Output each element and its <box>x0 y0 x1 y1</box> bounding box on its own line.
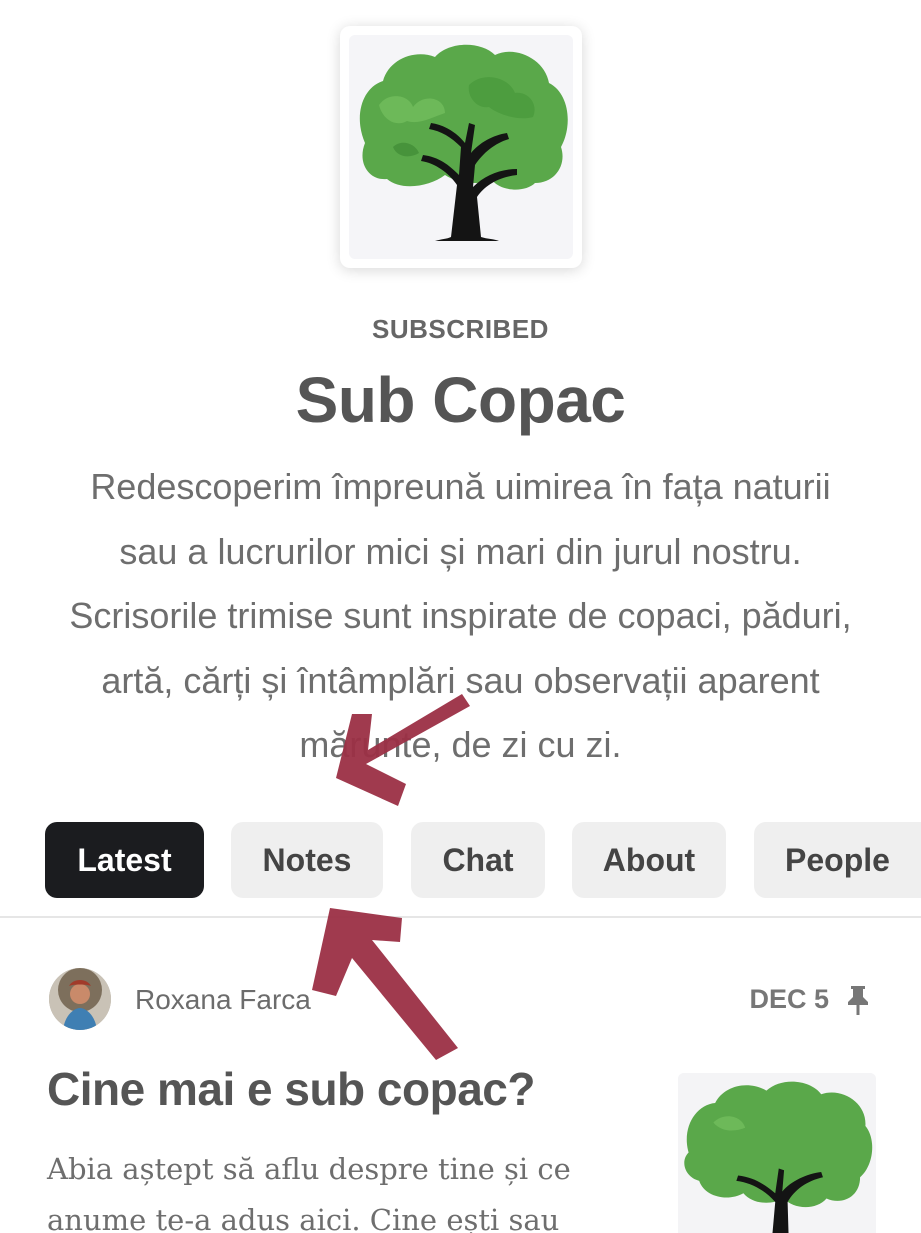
publication-tabs: Latest Notes Chat About People <box>0 822 921 898</box>
author-photo <box>49 968 111 1030</box>
publication-title: Sub Copac <box>295 364 626 436</box>
tree-logo-icon <box>349 35 573 259</box>
tab-about[interactable]: About <box>572 822 726 898</box>
tab-chat[interactable]: Chat <box>411 822 545 898</box>
divider <box>0 916 921 918</box>
tab-latest[interactable]: Latest <box>45 822 204 898</box>
tab-notes[interactable]: Notes <box>231 822 383 898</box>
avatar[interactable] <box>49 968 111 1030</box>
publication-logo <box>340 26 582 268</box>
subscription-status: SUBSCRIBED <box>372 314 549 344</box>
pin-icon <box>848 986 868 1015</box>
post-date: DEC 5 <box>749 984 829 1014</box>
post-author[interactable]: Roxana Farca <box>135 984 311 1016</box>
post-thumbnail[interactable] <box>678 1073 876 1233</box>
publication-description: Redescoperim împreună uimirea în fața na… <box>69 466 852 765</box>
tab-people[interactable]: People <box>754 822 921 898</box>
post-title[interactable]: Cine mai e sub copac? <box>47 1062 647 1116</box>
post-excerpt: Abia aștept să aflu despre tine și ce an… <box>47 1152 571 1233</box>
tree-thumbnail-icon <box>678 1073 876 1233</box>
